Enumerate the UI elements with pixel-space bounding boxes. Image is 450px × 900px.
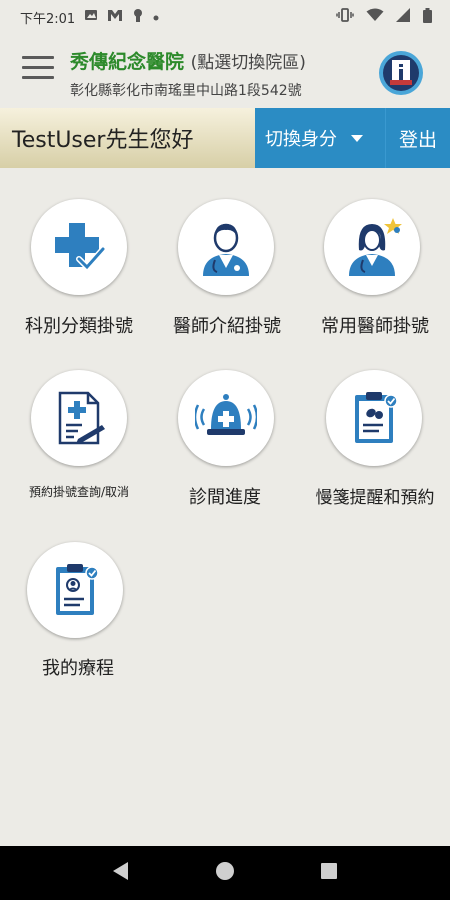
menu-tile-label: 常用醫師掛號 (321, 316, 429, 337)
menu-tile-appointment-query[interactable]: 預約掛號查詢/取消 (0, 343, 150, 513)
menu-tile-label: 醫師介紹掛號 (173, 316, 281, 337)
dropdown-caret-icon (351, 134, 363, 142)
status-time: 下午2:01 (20, 11, 76, 27)
female-doctor-star-icon (324, 199, 420, 295)
menu-tile-my-treatment[interactable]: 我的療程 (0, 520, 150, 690)
keyhole-icon (132, 8, 144, 27)
menu-tile-clinic-progress[interactable]: 診間進度 (150, 343, 300, 513)
hospital-name: 秀傳紀念醫院 (70, 51, 185, 73)
switch-identity-label: 切換身分 (265, 129, 337, 150)
mail-icon (107, 9, 123, 26)
menu-line (22, 66, 54, 69)
recents-nav-icon[interactable] (320, 862, 338, 884)
menu-tile-chronic-prescription[interactable]: 慢箋提醒和預約 (300, 343, 450, 513)
menu-tile-label: 科別分類掛號 (25, 316, 133, 337)
signal-icon (396, 8, 411, 26)
male-doctor-icon (178, 199, 274, 295)
menu-tile-department-registration[interactable]: 科別分類掛號 (0, 168, 150, 338)
wifi-icon (366, 8, 384, 26)
logout-button[interactable]: 登出 (385, 108, 450, 168)
menu-line (22, 56, 54, 59)
menu-tile-favorite-doctors[interactable]: 常用醫師掛號 (300, 168, 450, 338)
switch-branch-hint: (點選切換院區) (190, 53, 306, 73)
app-header: 秀傳紀念醫院 (點選切換院區) 彰化縣彰化市南瑤里中山路1段542號 (0, 34, 450, 108)
prescription-clipboard-icon (326, 370, 422, 466)
menu-tile-label: 診間進度 (189, 487, 261, 508)
back-nav-icon[interactable] (112, 861, 130, 885)
menu-tile-label: 慢箋提醒和預約 (315, 488, 435, 508)
hospital-address: 彰化縣彰化市南瑤里中山路1段542號 (70, 83, 302, 99)
info-badge-icon[interactable] (378, 50, 424, 96)
menu-tile-label: 我的療程 (42, 658, 114, 679)
medical-cross-check-icon (31, 199, 127, 295)
patient-clipboard-icon (27, 542, 123, 638)
menu-tile-label: 預約掛號查詢/取消 (28, 485, 130, 499)
switch-identity-button[interactable]: 切換身分 (255, 108, 385, 168)
status-bar: 下午2:01 (0, 0, 450, 34)
home-nav-icon[interactable] (215, 861, 235, 885)
vibrate-icon (336, 8, 354, 26)
menu-tile-doctor-registration[interactable]: 醫師介紹掛號 (150, 168, 300, 338)
photo-icon (84, 8, 98, 26)
hospital-selector[interactable]: 秀傳紀念醫院 (點選切換院區) (70, 47, 306, 74)
system-navigation-bar (0, 846, 450, 900)
alarm-bell-icon (178, 370, 274, 466)
user-greeting: TestUser先生您好 (0, 108, 255, 168)
document-pen-icon (31, 370, 127, 466)
battery-icon (423, 7, 432, 27)
hamburger-menu-button[interactable] (22, 56, 54, 84)
user-bar: TestUser先生您好 切換身分 登出 (0, 108, 450, 168)
dot-icon (153, 10, 159, 25)
menu-line (22, 76, 54, 79)
